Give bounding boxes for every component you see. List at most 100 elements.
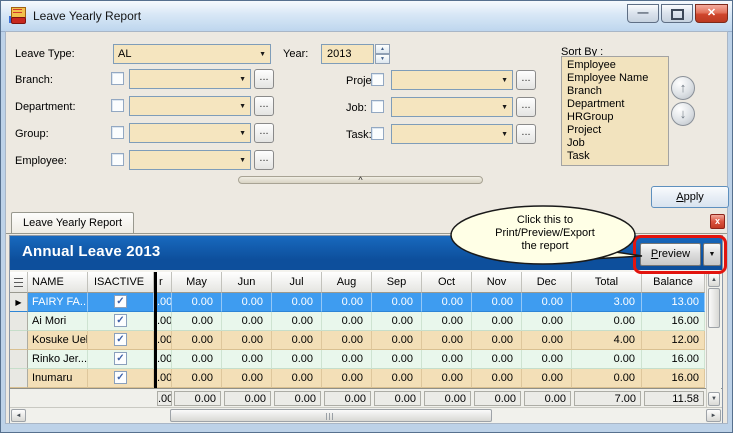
- scroll-left-button[interactable]: ◄: [11, 409, 26, 422]
- horizontal-scrollbar[interactable]: ◄ ►: [10, 407, 722, 423]
- group-browse-button[interactable]: ...: [254, 123, 274, 143]
- checkbox-checked[interactable]: ✓: [114, 371, 127, 384]
- grid-cell-month[interactable]: 0.00: [222, 331, 272, 350]
- checkbox-checked[interactable]: ✓: [114, 295, 127, 308]
- job-browse-button[interactable]: ...: [516, 97, 536, 117]
- sort-by-item[interactable]: Employee Name: [567, 72, 668, 85]
- scroll-right-button[interactable]: ►: [706, 409, 721, 422]
- grid-cell-total[interactable]: 0.00: [572, 312, 642, 331]
- row-selector-cell[interactable]: [10, 350, 28, 369]
- spinner-down-button[interactable]: ▼: [375, 54, 390, 64]
- frozen-column-divider[interactable]: [154, 272, 157, 388]
- sort-by-item[interactable]: Department: [567, 98, 668, 111]
- task-combo[interactable]: ▼: [391, 124, 513, 144]
- grid-cell-month[interactable]: 0.00: [322, 331, 372, 350]
- grid-cell-month[interactable]: 0.00: [172, 312, 222, 331]
- collapse-splitter[interactable]: ^: [238, 176, 483, 184]
- grid-cell-month[interactable]: 0.00: [522, 350, 572, 369]
- minimize-button[interactable]: —: [627, 4, 659, 23]
- tab-leave-yearly-report[interactable]: Leave Yearly Report: [11, 212, 134, 233]
- grid-cell-month[interactable]: 0.00: [422, 350, 472, 369]
- grid-cell-clipped[interactable]: .00: [157, 312, 172, 331]
- grid-cell-total[interactable]: 4.00: [572, 331, 642, 350]
- grid-cell-month[interactable]: 0.00: [422, 293, 472, 312]
- column-header-month[interactable]: Aug: [322, 272, 372, 293]
- grid-cell-balance[interactable]: 16.00: [642, 369, 705, 388]
- column-header-clipped[interactable]: r: [157, 272, 172, 293]
- grid-cell-month[interactable]: 0.00: [272, 350, 322, 369]
- sort-move-down-button[interactable]: ↓: [671, 102, 695, 126]
- grid-cell-month[interactable]: 0.00: [472, 350, 522, 369]
- sort-by-item[interactable]: Task: [567, 150, 668, 163]
- task-checkbox[interactable]: [371, 127, 384, 140]
- preview-dropdown-button[interactable]: ▼: [703, 243, 721, 266]
- row-selector-cell[interactable]: [10, 369, 28, 388]
- grid-cell-month[interactable]: 0.00: [272, 312, 322, 331]
- branch-combo[interactable]: ▼: [129, 69, 251, 89]
- grid-cell-total[interactable]: 3.00: [572, 293, 642, 312]
- grid-cell-isactive[interactable]: ✓: [88, 293, 154, 312]
- job-combo[interactable]: ▼: [391, 97, 513, 117]
- group-combo[interactable]: ▼: [129, 123, 251, 143]
- leave-type-combo[interactable]: AL ▼: [113, 44, 271, 64]
- grid-cell-month[interactable]: 0.00: [322, 293, 372, 312]
- task-browse-button[interactable]: ...: [516, 124, 536, 144]
- grid-cell-balance[interactable]: 12.00: [642, 331, 705, 350]
- row-selector-cell[interactable]: ▶: [10, 293, 28, 312]
- grid-cell-clipped[interactable]: .00: [157, 369, 172, 388]
- checkbox-checked[interactable]: ✓: [114, 333, 127, 346]
- tab-close-button[interactable]: x: [710, 214, 725, 229]
- project-combo[interactable]: ▼: [391, 70, 513, 90]
- grid-cell-clipped[interactable]: .00: [157, 331, 172, 350]
- column-header-name[interactable]: NAME: [28, 272, 88, 293]
- grid-cell-month[interactable]: 0.00: [472, 312, 522, 331]
- group-checkbox[interactable]: [111, 126, 124, 139]
- grid-cell-month[interactable]: 0.00: [372, 331, 422, 350]
- grid-cell-month[interactable]: 0.00: [222, 293, 272, 312]
- column-header-month[interactable]: May: [172, 272, 222, 293]
- close-button[interactable]: ✕: [695, 4, 728, 23]
- grid-cell-month[interactable]: 0.00: [272, 331, 322, 350]
- grid-row[interactable]: Rinko Jer...✓.000.000.000.000.000.000.00…: [10, 350, 706, 369]
- sort-move-up-button[interactable]: ↑: [671, 76, 695, 100]
- grid-cell-month[interactable]: 0.00: [322, 369, 372, 388]
- grid-cell-month[interactable]: 0.00: [472, 331, 522, 350]
- employee-combo[interactable]: ▼: [129, 150, 251, 170]
- sort-by-item[interactable]: Project: [567, 124, 668, 137]
- column-header-month[interactable]: Jul: [272, 272, 322, 293]
- sort-by-item[interactable]: Job: [567, 137, 668, 150]
- grid-cell-month[interactable]: 0.00: [272, 369, 322, 388]
- grid-cell-name[interactable]: Ai Mori: [28, 312, 88, 331]
- year-input[interactable]: 2013: [321, 44, 374, 64]
- column-header-balance[interactable]: Balance: [642, 272, 705, 293]
- grid-cell-total[interactable]: 0.00: [572, 369, 642, 388]
- grid-cell-month[interactable]: 0.00: [372, 293, 422, 312]
- grid-cell-month[interactable]: 0.00: [222, 312, 272, 331]
- grid-cell-month[interactable]: 0.00: [272, 293, 322, 312]
- grid-cell-month[interactable]: 0.00: [172, 350, 222, 369]
- grid-cell-balance[interactable]: 13.00: [642, 293, 705, 312]
- checkbox-checked[interactable]: ✓: [114, 314, 127, 327]
- grid-cell-balance[interactable]: 16.00: [642, 350, 705, 369]
- grid-cell-clipped[interactable]: .00: [157, 293, 172, 312]
- department-browse-button[interactable]: ...: [254, 96, 274, 116]
- grid-cell-month[interactable]: 0.00: [472, 293, 522, 312]
- grid-cell-isactive[interactable]: ✓: [88, 331, 154, 350]
- grid-cell-month[interactable]: 0.00: [322, 350, 372, 369]
- project-browse-button[interactable]: ...: [516, 70, 536, 90]
- branch-browse-button[interactable]: ...: [254, 69, 274, 89]
- grid-cell-month[interactable]: 0.00: [322, 312, 372, 331]
- grid-cell-month[interactable]: 0.00: [172, 369, 222, 388]
- grid-cell-month[interactable]: 0.00: [222, 369, 272, 388]
- grid-cell-name[interactable]: Rinko Jer...: [28, 350, 88, 369]
- row-selector-header[interactable]: [10, 272, 28, 293]
- grid-cell-month[interactable]: 0.00: [522, 369, 572, 388]
- grid-cell-month[interactable]: 0.00: [422, 312, 472, 331]
- grid-cell-month[interactable]: 0.00: [522, 331, 572, 350]
- grid-cell-month[interactable]: 0.00: [422, 369, 472, 388]
- apply-button[interactable]: Apply: [651, 186, 729, 208]
- grid-cell-month[interactable]: 0.00: [372, 369, 422, 388]
- grid-cell-month[interactable]: 0.00: [222, 350, 272, 369]
- department-combo[interactable]: ▼: [129, 96, 251, 116]
- grid-cell-name[interactable]: FAIRY FA...: [28, 293, 88, 312]
